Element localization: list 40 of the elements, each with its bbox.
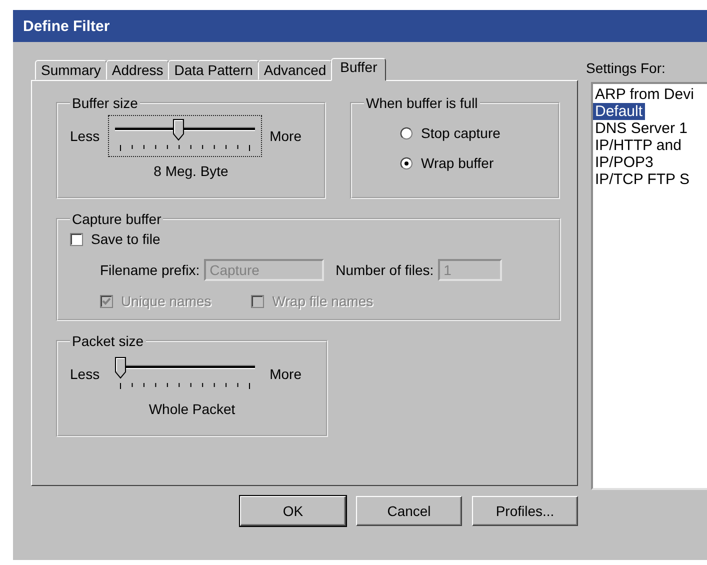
radio-button[interactable] <box>400 156 413 170</box>
checkbox-label: Save to file <box>91 231 160 247</box>
dialog-button[interactable]: OK <box>240 496 346 526</box>
min-label: Less <box>70 366 100 382</box>
field-label: Number of files: <box>336 262 434 278</box>
list-item[interactable]: IP/HTTP and <box>593 137 684 154</box>
group-label: Buffer size <box>71 95 139 111</box>
min-label: Less <box>70 128 100 144</box>
slider-track[interactable] <box>114 357 255 391</box>
window-title: Define Filter <box>13 10 707 42</box>
dialog-button[interactable]: Cancel <box>356 496 462 526</box>
field-label: Filename prefix: <box>100 262 200 278</box>
tab[interactable]: Address <box>106 60 170 80</box>
list-item[interactable]: IP/POP3 <box>593 154 656 171</box>
checkbox-label: Unique names <box>121 293 212 309</box>
list-item[interactable]: IP/TCP FTP S <box>593 171 692 188</box>
checkbox-label: Wrap file names <box>272 293 374 309</box>
tab[interactable]: Advanced <box>258 60 332 80</box>
tab[interactable]: Summary <box>35 60 107 80</box>
slider-value: Whole Packet <box>148 401 236 417</box>
tab[interactable]: Buffer <box>331 58 386 81</box>
list-item[interactable]: ARP from Devi <box>593 86 696 103</box>
group-label: Capture buffer <box>71 211 162 227</box>
slider-track[interactable] <box>114 119 255 153</box>
checkbox[interactable] <box>70 232 83 246</box>
radio-label: Wrap buffer <box>421 155 494 171</box>
list-item[interactable]: Default <box>593 103 645 120</box>
list-label: Settings For: <box>586 60 666 76</box>
slider-thumb[interactable] <box>114 357 126 379</box>
group-label: When buffer is full <box>365 95 479 111</box>
radio-button[interactable] <box>400 126 413 140</box>
group-label: Packet size <box>71 333 145 349</box>
max-label: More <box>270 366 302 382</box>
slider-value: 8 Meg. Byte <box>152 163 230 179</box>
list-item[interactable]: DNS Server 1 <box>593 120 690 137</box>
radio-label: Stop capture <box>421 125 500 141</box>
tab[interactable]: Data Pattern <box>168 60 259 80</box>
slider-thumb[interactable] <box>172 119 184 141</box>
max-label: More <box>270 128 302 144</box>
dialog-button[interactable]: Profiles... <box>472 496 578 526</box>
